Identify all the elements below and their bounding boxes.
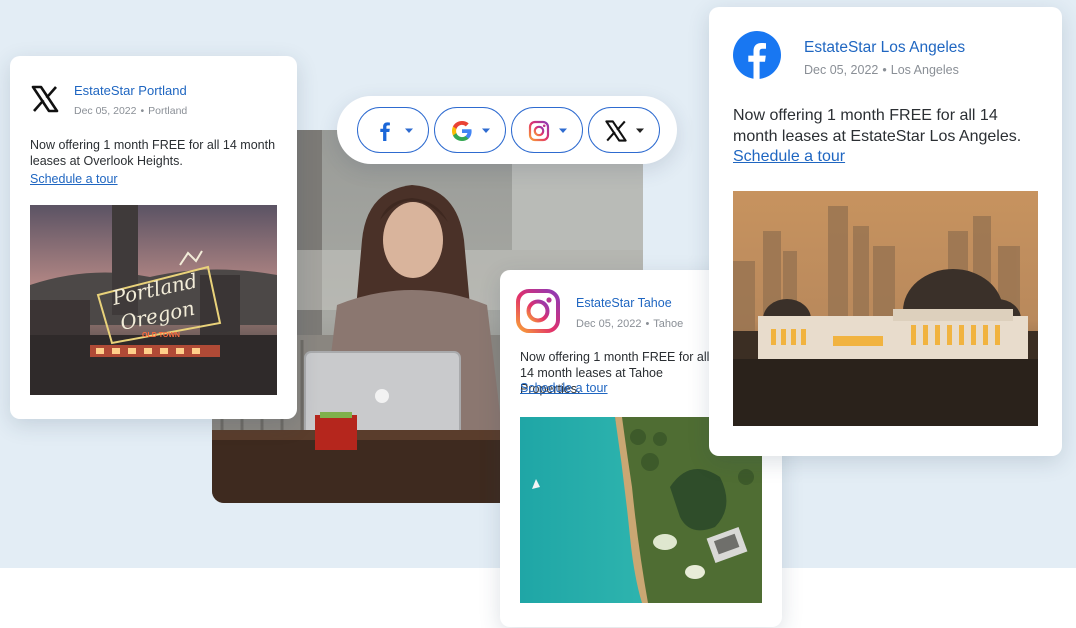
post-date: Dec 05, 2022 bbox=[576, 318, 642, 330]
post-location: Los Angeles bbox=[890, 63, 959, 77]
x-dropdown-button[interactable] bbox=[588, 107, 660, 153]
post-card-portland: EstateStar Portland Dec 05, 2022 • Portlan… bbox=[10, 56, 297, 419]
brand-name: EstateStar Los Angeles bbox=[804, 39, 966, 56]
facebook-logo-icon bbox=[733, 31, 781, 79]
schedule-tour-link[interactable]: Schedule a tour bbox=[30, 172, 118, 186]
post-meta: Dec 05, 2022 • Portland bbox=[74, 105, 187, 117]
facebook-f-icon bbox=[373, 119, 397, 143]
brand-name: EstateStar Tahoe bbox=[576, 296, 672, 310]
meta-separator: • bbox=[645, 318, 650, 330]
caret-down-icon bbox=[635, 127, 645, 135]
post-body: Now offering 1 month FREE for all 14 mon… bbox=[733, 107, 1022, 145]
post-location: Tahoe bbox=[653, 318, 684, 330]
meta-separator: • bbox=[882, 63, 887, 77]
instagram-logo-icon bbox=[515, 288, 561, 334]
post-meta: Dec 05, 2022 • Tahoe bbox=[576, 318, 683, 330]
griffith-observatory-photo bbox=[733, 191, 1038, 426]
post-body: Now offering 1 month FREE for all 14 mon… bbox=[30, 138, 276, 168]
x-logo-icon bbox=[30, 84, 60, 114]
caret-down-icon bbox=[558, 127, 568, 135]
google-dropdown-button[interactable] bbox=[434, 107, 506, 153]
google-g-icon bbox=[450, 119, 474, 143]
caret-down-icon bbox=[404, 127, 414, 135]
schedule-tour-link[interactable]: Schedule a tour bbox=[520, 381, 608, 395]
brand-name: EstateStar Portland bbox=[74, 83, 187, 98]
post-date: Dec 05, 2022 bbox=[74, 105, 137, 117]
facebook-dropdown-button[interactable] bbox=[357, 107, 429, 153]
schedule-tour-link[interactable]: Schedule a tour bbox=[733, 148, 845, 166]
meta-separator: • bbox=[140, 105, 145, 117]
x-icon bbox=[604, 119, 628, 143]
instagram-dropdown-button[interactable] bbox=[511, 107, 583, 153]
post-location: Portland bbox=[148, 105, 188, 117]
post-card-los-angeles: EstateStar Los Angeles Dec 05, 2022 • Los … bbox=[709, 7, 1062, 456]
social-network-selector bbox=[337, 96, 677, 164]
portland-sign-photo: Portland Oregon OLD TOWN bbox=[30, 205, 277, 395]
post-date: Dec 05, 2022 bbox=[804, 63, 879, 77]
post-meta: Dec 05, 2022 • Los Angeles bbox=[804, 63, 959, 77]
sign-text-old-town: OLD TOWN bbox=[142, 332, 180, 339]
caret-down-icon bbox=[481, 127, 491, 135]
instagram-icon bbox=[527, 119, 551, 143]
